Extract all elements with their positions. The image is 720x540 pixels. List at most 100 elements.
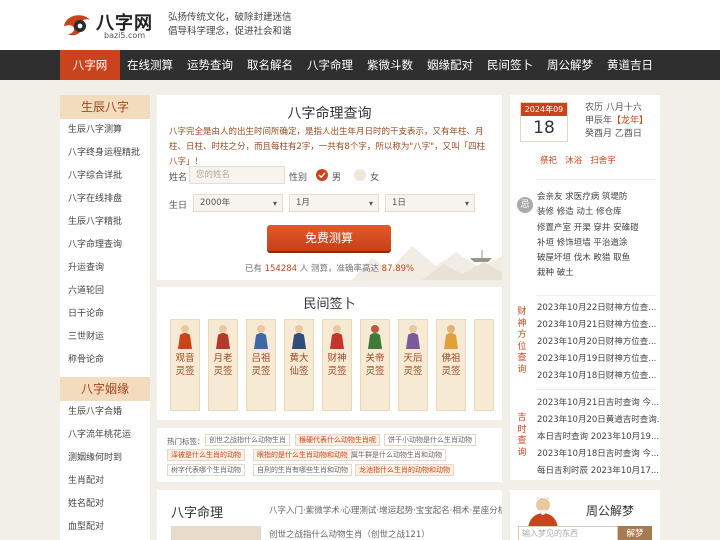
- sidebar-item[interactable]: 日干论命: [60, 303, 150, 326]
- sidebar-item[interactable]: 生辰八字合婚: [60, 401, 150, 424]
- hot-tag[interactable]: 龙池指什么生肖的动物和动物: [355, 464, 454, 476]
- hot-tag[interactable]: 树字代表哪个生肖动物: [167, 464, 245, 476]
- caishen-link[interactable]: 2023年10月21日财神方位查...: [537, 318, 656, 333]
- sidebar-item[interactable]: 称骨论命: [60, 349, 150, 372]
- qian-card-tianhou[interactable]: 天后灵签: [398, 319, 428, 411]
- sidebar-item[interactable]: 升运查询: [60, 257, 150, 280]
- ganzhi-day: 癸酉月 乙酉日: [585, 129, 642, 139]
- dream-search-button[interactable]: 解梦: [618, 526, 652, 540]
- slogan-line2: 倡导科学理念，促进社会和谐: [168, 26, 292, 37]
- qian-card-more[interactable]: [474, 319, 494, 411]
- sidebar-item[interactable]: 血型配对: [60, 516, 150, 539]
- zodiac-year: 【龙年】: [612, 116, 649, 126]
- name-input[interactable]: 您的姓名: [189, 166, 285, 184]
- sidebar-item[interactable]: 姓名配对: [60, 493, 150, 516]
- caishen-link[interactable]: 2023年10月22日财神方位查...: [537, 301, 656, 316]
- sidebar-item[interactable]: 六道轮回: [60, 280, 150, 303]
- panel-title: 周公解梦: [586, 504, 635, 518]
- jishi-link[interactable]: 2023年10月18日吉时查询 今...: [537, 447, 659, 462]
- nav-item-ziwei[interactable]: 紫微斗数: [360, 50, 420, 80]
- qian-card-huangdaxian[interactable]: 黄大仙签: [284, 319, 314, 411]
- qian-card-fozu[interactable]: 佛祖灵签: [436, 319, 466, 411]
- site-logo[interactable]: 八字网 bazi5.com: [60, 8, 160, 42]
- ji-line: 补垣 修饰垣墙 平治道涂: [537, 237, 628, 248]
- hot-tags-panel: 热门标签： 创世之战指什么动物生肖 猴硬代表什么动物生肖呢 饼干小动物是什么生肖…: [157, 428, 502, 482]
- sidebar-item[interactable]: 八字在线排盘: [60, 188, 150, 211]
- sidebar-item[interactable]: 八字终身运程精批: [60, 142, 150, 165]
- nav-item-dream[interactable]: 周公解梦: [540, 50, 600, 80]
- hot-tags-label: 热门标签：: [167, 437, 205, 446]
- sidebar-item[interactable]: 八字综合详批: [60, 165, 150, 188]
- hot-tag[interactable]: 属牛群是什么动物生肖和动物: [347, 449, 446, 461]
- panel-intro: 八字完全是由人的出生时间所确定，是指人出生年月日时的干支表示，又有年柱、月柱、日…: [169, 127, 486, 167]
- caishen-section-label: 财神方位查询: [517, 307, 527, 375]
- yi-item: 祭祀: [540, 156, 558, 166]
- bazi-category-links[interactable]: 八字入门·紫微学术·心理测试·增运起势·宝宝起名·相术·星座分析: [269, 504, 502, 516]
- qian-card-label: 财神灵签: [327, 353, 347, 377]
- sidebar-item[interactable]: 八字命理查询: [60, 234, 150, 257]
- chevron-down-icon: ▾: [272, 199, 277, 208]
- birth-day-select[interactable]: 1日 ▾: [385, 194, 475, 212]
- sidebar-heading-marriage: 八字姻缘: [60, 377, 150, 401]
- checkmark-icon: [318, 172, 326, 179]
- caishen-link[interactable]: 2023年10月19日财神方位查...: [537, 352, 656, 367]
- sidebar-item[interactable]: 生辰八字精批: [60, 211, 150, 234]
- hot-tag[interactable]: 猴硬代表什么动物生肖呢: [295, 434, 380, 446]
- calendar-lunar-info: 农历 八月十六 甲辰年【龙年】 癸酉月 乙酉日: [585, 102, 648, 141]
- nav-item-fortune[interactable]: 运势查询: [180, 50, 240, 80]
- dream-interpretation-panel: 周公解梦 输入梦见的东西 解梦: [510, 490, 660, 540]
- calendar-day: 18: [533, 118, 555, 138]
- sidebar-item[interactable]: 生辰八字测算: [60, 119, 150, 142]
- qian-card-label: 黄大仙签: [289, 353, 309, 377]
- free-calc-button[interactable]: 免费测算: [267, 225, 391, 251]
- hot-tag[interactable]: 泽被是什么生肖的动物: [167, 449, 245, 461]
- deity-figure-icon: [330, 325, 344, 349]
- qian-card-lvzu[interactable]: 吕祖灵签: [246, 319, 276, 411]
- birth-month-select[interactable]: 1月 ▾: [289, 194, 379, 212]
- qian-card-label: 观音灵签: [175, 353, 195, 377]
- nav-item-home[interactable]: 八字网: [60, 50, 120, 80]
- qian-card-caishen[interactable]: 财神灵签: [322, 319, 352, 411]
- stats-prefix: 已有: [244, 264, 262, 274]
- sidebar-item[interactable]: 生肖配对: [60, 470, 150, 493]
- qian-card-guanyin[interactable]: 观音灵签: [170, 319, 200, 411]
- qian-card-label: 天后灵签: [403, 353, 423, 377]
- jishi-link[interactable]: 本日吉时查询 2023年10月19...: [537, 430, 659, 445]
- sidebar-heading-bazi: 生辰八字: [60, 95, 150, 119]
- nav-item-qian[interactable]: 民间签卜: [480, 50, 540, 80]
- bazi-query-panel: 八字命理查询 八字完全是由人的出生时间所确定，是指人出生年月日时的干支表示，又有…: [157, 95, 502, 280]
- nav-item-auspicious-day[interactable]: 黄道吉日: [600, 50, 660, 80]
- jishi-link[interactable]: 每日吉利时辰 2023年10月17...: [537, 464, 659, 479]
- sidebar-item[interactable]: 八字流年桃花运: [60, 424, 150, 447]
- dream-search-input[interactable]: 输入梦见的东西: [518, 526, 618, 540]
- jishi-link[interactable]: 2023年10月20日黄道吉时查询...: [537, 413, 660, 428]
- jishi-link[interactable]: 2023年10月21日吉时查询 今...: [537, 396, 659, 411]
- sidebar-item[interactable]: 测姻缘何时到: [60, 447, 150, 470]
- caishen-link[interactable]: 2023年10月18日财神方位查...: [537, 369, 656, 384]
- gender-label: 性别: [289, 173, 308, 183]
- logo-emblem-icon: [64, 15, 90, 36]
- nav-item-match[interactable]: 姻缘配对: [420, 50, 480, 80]
- almanac-panel: 2024年09月 18 农历 八月十六 甲辰年【龙年】 癸酉月 乙酉日 祭祀 沐…: [510, 95, 660, 480]
- caishen-link[interactable]: 2023年10月20日财神方位查...: [537, 335, 656, 350]
- gender-male-radio[interactable]: [316, 169, 328, 181]
- bazi-article-panel: 八字命理 八字入门·紫微学术·心理测试·增运起势·宝宝起名·相术·星座分析 创世…: [157, 490, 502, 540]
- jishi-section-label: 吉时查询: [517, 413, 527, 458]
- gender-female-radio[interactable]: [354, 169, 366, 181]
- sidebar-item[interactable]: 三世财运: [60, 326, 150, 349]
- calendar-month: 2024年09月: [521, 103, 567, 127]
- site-slogan: 弘扬传统文化，破除封建迷信 倡导科学理念，促进社会和谐: [168, 11, 292, 39]
- nav-item-bazi[interactable]: 八字命理: [300, 50, 360, 80]
- article-thumbnail[interactable]: [171, 526, 261, 540]
- hot-tag[interactable]: 自刑的生肖有哪些生肖和动物: [253, 464, 352, 476]
- nav-item-naming[interactable]: 取名解名: [240, 50, 300, 80]
- ji-line: 会亲友 求医疗病 筑堤防: [537, 192, 628, 202]
- hot-tag[interactable]: 创世之战指什么动物生肖: [205, 434, 290, 446]
- nav-item-online-calc[interactable]: 在线测算: [120, 50, 180, 80]
- hot-tag[interactable]: 眼指的是什么生肖动物和动物: [253, 449, 352, 461]
- article-link[interactable]: 创世之战指什么动物生肖（创世之战121）: [269, 528, 430, 540]
- hot-tag[interactable]: 饼干小动物是什么生肖动物: [384, 434, 476, 446]
- qian-card-guandi[interactable]: 关帝灵签: [360, 319, 390, 411]
- birth-year-select[interactable]: 2000年 ▾: [193, 194, 283, 212]
- qian-card-yuelao[interactable]: 月老灵签: [208, 319, 238, 411]
